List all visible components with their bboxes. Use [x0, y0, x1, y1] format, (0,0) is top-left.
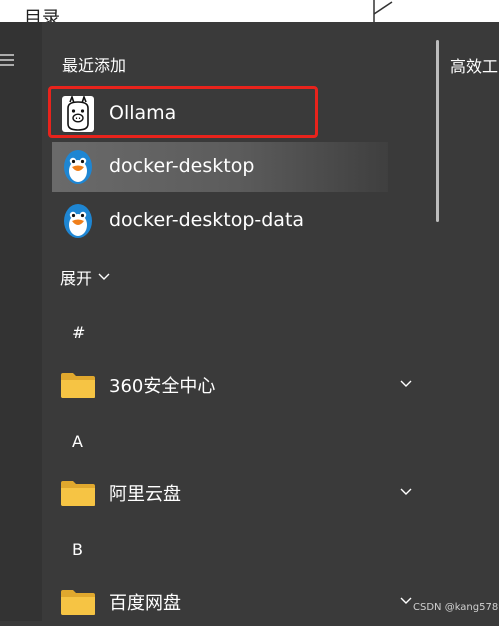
folder-icon [61, 373, 95, 398]
red-highlight-box [48, 86, 318, 138]
folder-icon [61, 590, 95, 615]
folder-label: 阿里云盘 [109, 484, 181, 505]
docker-penguin-icon [64, 150, 92, 184]
hamburger-icon[interactable] [0, 54, 18, 68]
folder-item-aliyun[interactable]: 阿里云盘 [52, 467, 418, 517]
docker-penguin-icon [64, 204, 92, 238]
chevron-down-icon[interactable] [400, 597, 412, 605]
app-item-label: docker-desktop [109, 155, 255, 177]
background-window-strip: 目录 [0, 0, 499, 22]
background-window-mark [373, 0, 393, 22]
group-header-b[interactable]: B [72, 540, 83, 559]
app-item-docker-desktop[interactable]: docker-desktop [52, 142, 388, 192]
folder-item-baidu[interactable]: 百度网盘 [52, 576, 418, 626]
folder-icon [61, 481, 95, 506]
app-item-label: docker-desktop-data [109, 209, 305, 231]
chevron-down-icon[interactable] [400, 380, 412, 388]
background-window-title: 目录 [24, 8, 60, 22]
app-list-scrollbar[interactable] [436, 40, 439, 222]
folder-label: 百度网盘 [109, 593, 181, 614]
recent-section-title: 最近添加 [62, 56, 127, 75]
expand-button[interactable]: 展开 [60, 265, 110, 289]
watermark: CSDN @kang5789 [413, 602, 499, 613]
expand-label: 展开 [60, 269, 93, 288]
group-header-a[interactable]: A [72, 432, 83, 451]
pinned-group-title[interactable]: 高效工 [450, 53, 498, 77]
group-header-hash[interactable]: # [72, 323, 85, 342]
start-left-rail [0, 22, 42, 621]
chevron-down-icon[interactable] [400, 488, 412, 496]
chevron-down-icon [98, 273, 110, 280]
app-item-docker-desktop-data[interactable]: docker-desktop-data [52, 196, 388, 246]
folder-label: 360安全中心 [109, 376, 216, 397]
folder-item-360[interactable]: 360安全中心 [52, 359, 418, 409]
